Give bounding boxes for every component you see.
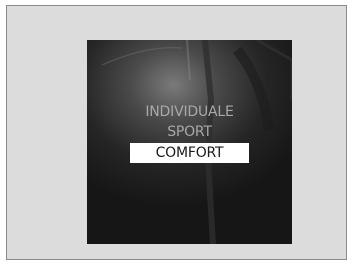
mode-option-comfort[interactable]: COMFORT — [130, 143, 249, 163]
mode-option-individuale[interactable]: INDIVIDUALE — [87, 102, 292, 122]
display-screen: INDIVIDUALE SPORT COMFORT — [87, 40, 292, 244]
drive-mode-menu: INDIVIDUALE SPORT COMFORT — [87, 102, 292, 163]
mode-option-sport[interactable]: SPORT — [87, 122, 292, 142]
figure-frame: INDIVIDUALE SPORT COMFORT — [6, 5, 347, 260]
